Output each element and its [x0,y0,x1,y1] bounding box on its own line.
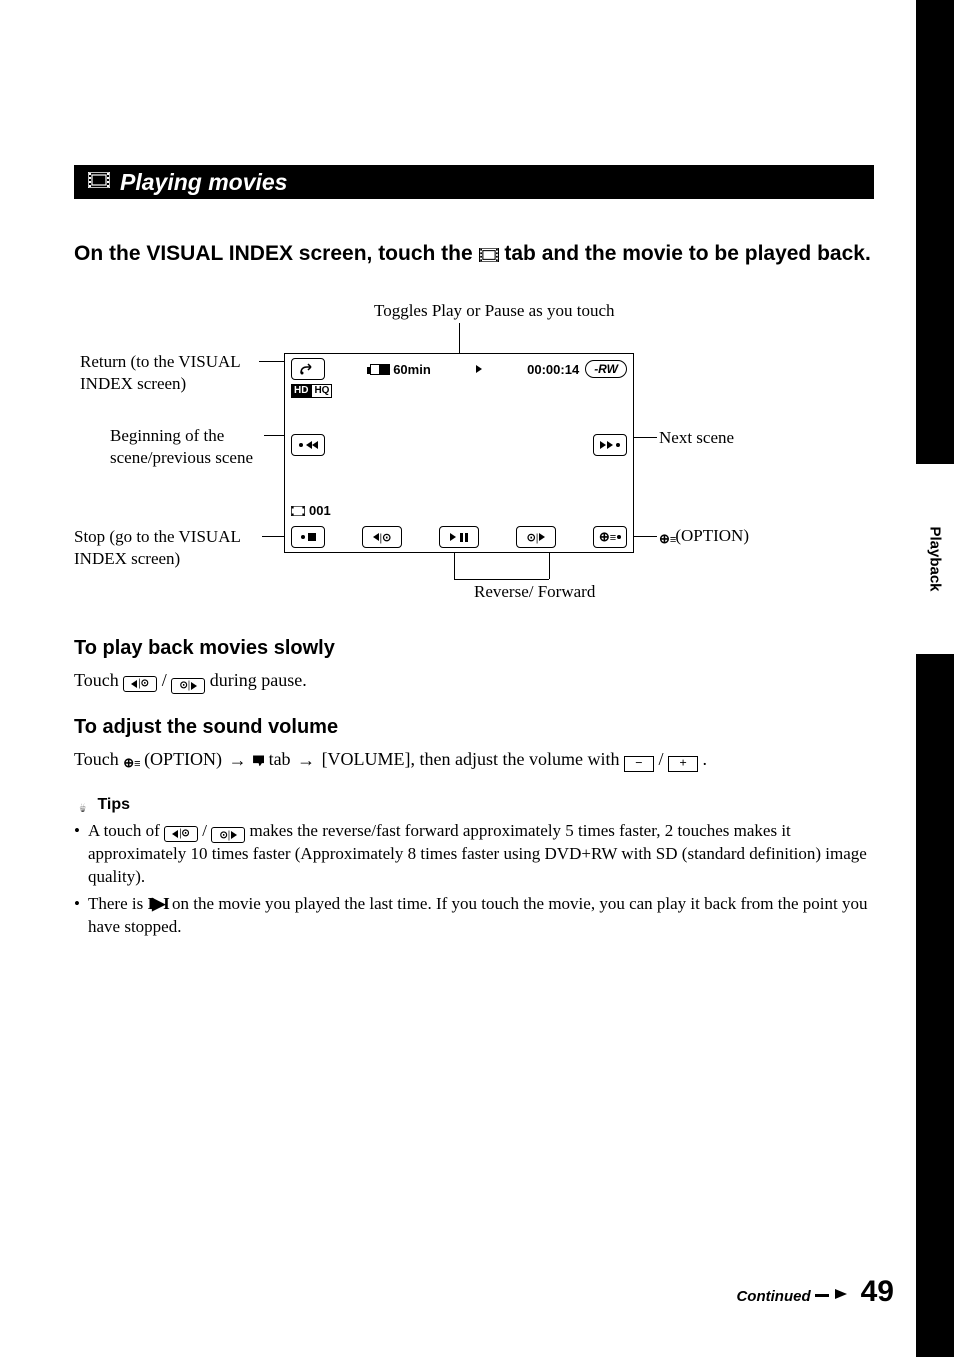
scene-number: 001 [291,503,331,518]
arrow-right-icon: → [295,748,317,773]
section-title: Playing movies [120,169,287,196]
intro-post: tab and the movie to be played back. [504,242,870,265]
slow-reverse-icon: |⊙ [164,826,198,842]
prev-scene-button[interactable] [291,434,325,456]
label-rev-fwd: Reverse/ Forward [474,581,595,602]
battery-icon [370,364,390,375]
tip-item: There is I▶I on the movie you played the… [74,893,874,939]
label-prev-scene: Beginning of the scene/previous scene [110,425,275,468]
volume-minus-icon: − [624,756,654,772]
side-tab-label: Playback [927,526,944,591]
label-return: Return (to the VISUAL INDEX screen) [80,351,270,394]
stop-button[interactable] [291,526,325,548]
arrow-right-icon: → [227,748,249,773]
quality-indicator: HDHQ [291,380,332,398]
subhead-slow-playback: To play back movies slowly [74,637,874,660]
tips-heading: Tips [74,796,874,814]
slow-forward-icon: ⊙| [211,827,245,843]
slow-reverse-button[interactable]: |⊙ [362,526,402,548]
timecode: 00:00:14 -RW [527,360,627,378]
slow-forward-icon: ⊙| [171,678,205,694]
page-number: 49 [861,1275,894,1309]
intro-instruction: On the VISUAL INDEX screen, touch the ta… [74,239,874,271]
tips-list: A touch of |⊙ / ⊙| makes the reverse/fas… [74,820,874,940]
tip-bulb-icon [74,796,91,814]
right-black-bar [916,0,954,1357]
playback-diagram: Toggles Play or Pause as you touch Retur… [74,301,874,601]
slow-forward-button[interactable]: ⊙| [516,526,556,548]
film-icon [88,172,110,193]
return-button[interactable] [291,358,325,380]
page-content: Playing movies On the VISUAL INDEX scree… [74,165,874,943]
volume-plus-icon: + [668,756,698,772]
section-header: Playing movies [74,165,874,199]
leader-line [549,553,550,579]
battery-remaining: 60min [370,362,431,377]
continued-arrow-icon [811,1288,847,1305]
option-icon: ⊕≡ [659,531,675,547]
subhead-volume: To adjust the sound volume [74,716,874,739]
intro-pre: On the VISUAL INDEX screen, touch the [74,242,479,265]
play-pause-button[interactable] [439,526,479,548]
leader-line [454,553,455,579]
tip-item: A touch of |⊙ / ⊙| makes the reverse/fas… [74,820,874,890]
slow-reverse-icon: |⊙ [123,676,157,692]
page-footer: Continued 49 [736,1275,894,1309]
leader-line [459,323,460,357]
label-next-scene: Next scene [659,427,734,448]
next-scene-button[interactable] [593,434,627,456]
label-option: ⊕≡(OPTION) [659,526,749,547]
label-stop: Stop (go to the VISUAL INDEX screen) [74,526,284,569]
para-volume: Touch ⊕≡ (OPTION) → tab → [VOLUME], then… [74,747,874,773]
side-tab: Playback [916,464,954,654]
tab-icon [253,755,264,766]
option-icon: ⊕≡ [123,754,139,772]
para-slow-playback: Touch |⊙ / ⊙| during pause. [74,668,874,694]
film-tab-icon [479,241,499,271]
caption-play-pause: Toggles Play or Pause as you touch [374,301,615,321]
playback-screen: 60min 00:00:14 -RW HDHQ [284,353,634,553]
option-button[interactable]: ⊕≡ [593,526,627,548]
resume-marker-icon: I▶I [147,894,167,913]
continued-label: Continued [736,1288,846,1305]
disc-type: -RW [585,360,627,378]
play-indicator-icon [476,365,482,373]
leader-line [454,579,549,580]
